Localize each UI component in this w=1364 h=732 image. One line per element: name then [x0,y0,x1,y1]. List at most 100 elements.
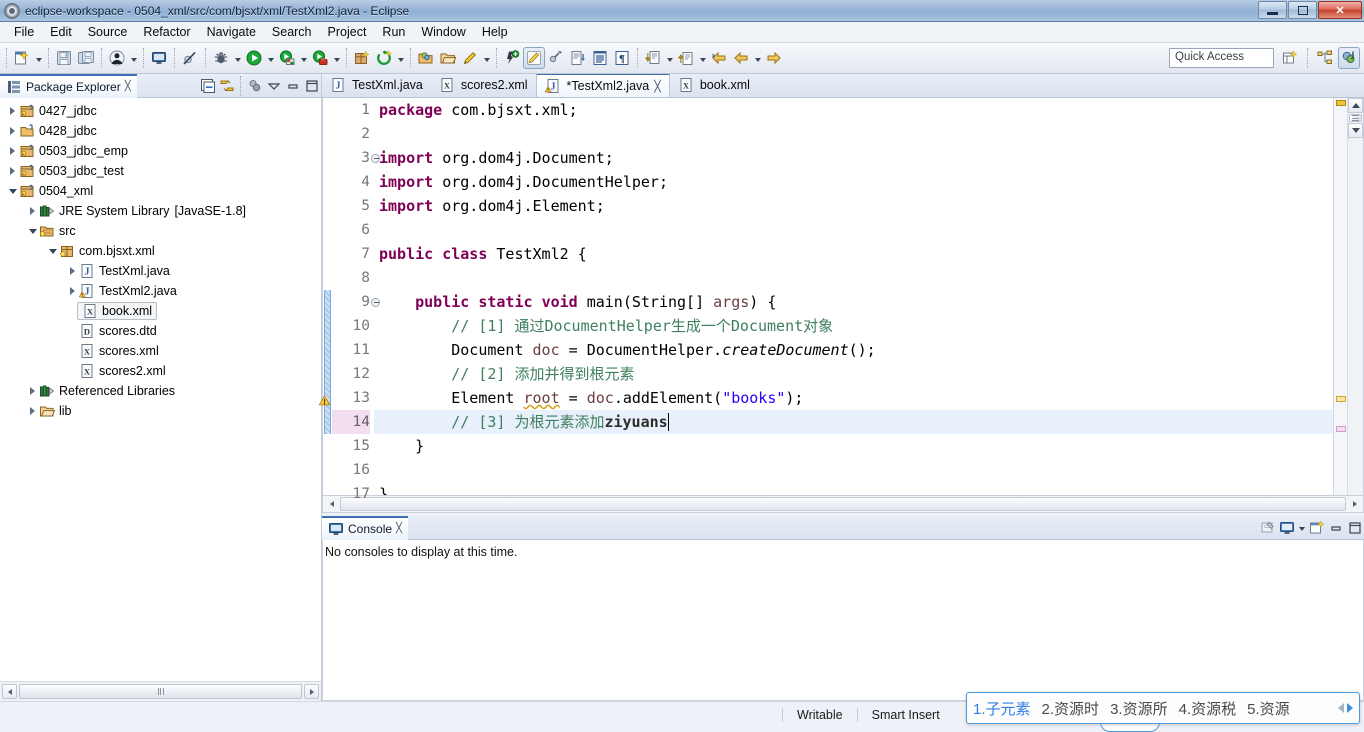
scroll-left-arrow[interactable] [2,684,17,699]
ime-candidate-1[interactable]: 1.子元素 [973,698,1031,719]
coverage-dropdown[interactable] [331,47,342,69]
open-perspective-icon[interactable] [1279,47,1301,69]
scroll-thumb[interactable] [1349,114,1362,122]
editor-horizontal-scrollbar[interactable] [322,496,1364,513]
ime-candidate-bar[interactable]: 1.子元素 2.资源时 3.资源所 4.资源税 5.资源 [966,692,1360,724]
open-type-icon[interactable] [415,47,437,69]
editor-tab-testxml2-java[interactable]: J *TestXml2.java ╳ [535,73,670,97]
debug-dropdown[interactable] [232,47,243,69]
tab-package-explorer[interactable]: Package Explorer ╳ [0,73,137,98]
overview-ruler[interactable] [1333,98,1347,495]
tree-item-0428-jdbc[interactable]: 0428_jdbc [0,121,321,141]
ime-candidate-2[interactable]: 2.资源时 [1042,698,1100,719]
run-icon[interactable] [243,47,265,69]
open-task-icon[interactable] [437,47,459,69]
tab-console[interactable]: Console ╳ [322,515,409,540]
menu-window[interactable]: Window [413,23,473,41]
scroll-down-arrow[interactable] [1348,123,1363,138]
collapse-all-icon[interactable] [198,76,217,95]
tree-item-jre-system-library[interactable]: JRE System Library [JavaSE-1.8] [0,201,321,221]
expand-twisty-icon[interactable] [26,381,39,401]
person-icon[interactable] [106,47,128,69]
close-icon[interactable]: ╳ [125,81,131,92]
ime-candidate-4[interactable]: 4.资源税 [1179,698,1237,719]
skip-breakpoints-icon[interactable] [179,47,201,69]
new-package-icon[interactable] [351,47,373,69]
display-console-dropdown[interactable] [1296,517,1307,539]
tree-item-com-bjsxt-xml[interactable]: com.bjsxt.xml [0,241,321,261]
scroll-right-arrow[interactable] [1347,497,1362,512]
tree-item-scores-xml[interactable]: Xscores.xml [0,341,321,361]
warning-marker-icon[interactable] [318,391,331,406]
tree-item-0427-jdbc[interactable]: 0427_jdbc [0,101,321,121]
highlight-icon[interactable] [523,47,545,69]
tree-item-scores-dtd[interactable]: Dscores.dtd [0,321,321,341]
forward-arrow-icon[interactable] [730,47,752,69]
prev-edit-dropdown[interactable] [697,47,708,69]
ime-next-icon[interactable] [1347,703,1353,713]
run-external-tools-icon[interactable] [276,47,298,69]
code-content[interactable]: package com.bjsxt.xml; import org.dom4j.… [374,98,1333,495]
save-icon[interactable] [53,47,75,69]
expand-twisty-icon[interactable] [66,281,79,301]
minimize-view-icon[interactable] [283,76,302,95]
open-console-icon[interactable] [1307,518,1326,537]
external-tools-dropdown[interactable] [298,47,309,69]
expand-twisty-icon[interactable] [6,141,19,161]
refresh-icon[interactable] [373,47,395,69]
forward-history-icon[interactable] [763,47,785,69]
editor-tab-testxml-java[interactable]: J TestXml.java [322,73,431,97]
annotation-icon[interactable] [459,47,481,69]
maximize-view-icon[interactable] [1345,518,1364,537]
close-button[interactable]: ✕ [1318,1,1362,19]
minimize-button[interactable] [1258,1,1287,19]
tree-item-testxml-java[interactable]: J TestXml.java [0,261,321,281]
project-tree[interactable]: 0427_jdbc 0428_jdbc 0503_jdbc_emp 0503_jdbc… [0,98,321,681]
tree-item-src[interactable]: src [0,221,321,241]
tree-item-referenced-libraries[interactable]: Referenced Libraries [0,381,321,401]
collapse-twisty-icon[interactable] [26,221,39,241]
back-history-icon[interactable] [708,47,730,69]
console-output[interactable]: No consoles to display at this time. [322,540,1364,701]
menu-file[interactable]: File [6,23,42,41]
collapse-twisty-icon[interactable] [6,181,19,201]
person-dropdown[interactable] [128,47,139,69]
tree-item-0503-jdbc-test[interactable]: 0503_jdbc_test [0,161,321,181]
scroll-thumb[interactable] [340,497,1346,511]
link-with-editor-icon[interactable] [217,76,236,95]
menu-refactor[interactable]: Refactor [135,23,198,41]
view-filter-icon[interactable] [245,76,264,95]
menu-navigate[interactable]: Navigate [199,23,264,41]
menu-source[interactable]: Source [80,23,136,41]
tree-item-0503-jdbc-emp[interactable]: 0503_jdbc_emp [0,141,321,161]
editor-tab-book-xml[interactable]: Xbook.xml [670,73,758,97]
link-icon[interactable] [545,47,567,69]
annotation-dropdown[interactable] [481,47,492,69]
display-console-icon[interactable] [1277,518,1296,537]
editor-tab-scores2-xml[interactable]: Xscores2.xml [431,73,536,97]
expand-twisty-icon[interactable] [26,201,39,221]
view-menu-icon[interactable] [264,76,283,95]
menu-search[interactable]: Search [264,23,320,41]
ime-prev-icon[interactable] [1338,703,1344,713]
perspective-java-icon[interactable] [1338,47,1360,69]
expand-twisty-icon[interactable] [6,121,19,141]
expand-twisty-icon[interactable] [26,401,39,421]
console-icon[interactable] [148,47,170,69]
menu-run[interactable]: Run [374,23,413,41]
next-edit-icon[interactable] [642,47,664,69]
expand-twisty-icon[interactable] [6,161,19,181]
coverage-icon[interactable] [309,47,331,69]
minimize-view-icon[interactable] [1326,518,1345,537]
expand-twisty-icon[interactable] [66,261,79,281]
collapse-twisty-icon[interactable] [46,241,59,261]
expand-twisty-icon[interactable] [6,101,19,121]
next-edit-dropdown[interactable] [664,47,675,69]
clear-console-icon[interactable] [1258,518,1277,537]
scroll-up-arrow[interactable] [1348,98,1363,113]
maximize-view-icon[interactable] [302,76,321,95]
scroll-thumb[interactable] [19,684,302,699]
search-marker-icon[interactable] [501,47,523,69]
new-wizard-icon[interactable] [11,47,33,69]
menu-help[interactable]: Help [474,23,516,41]
